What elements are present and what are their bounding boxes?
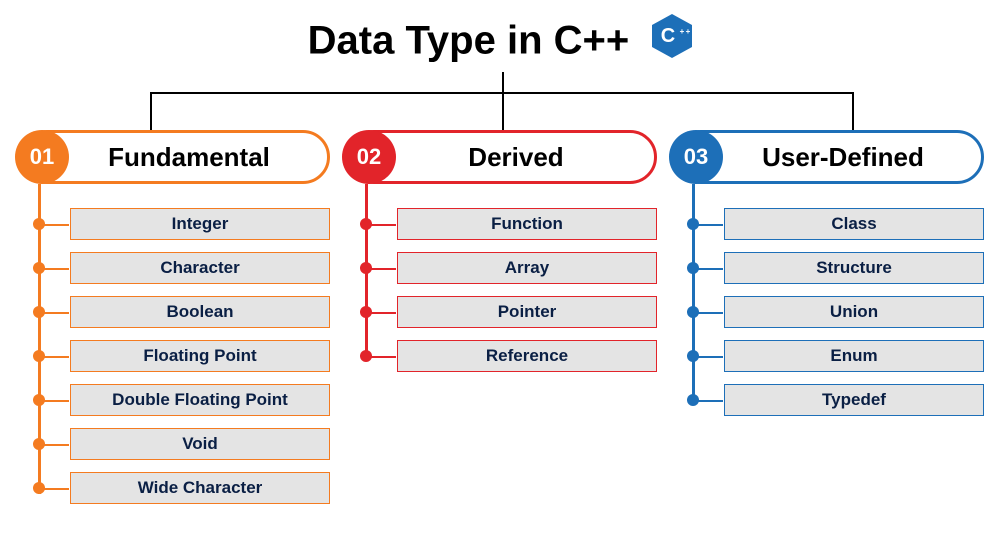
- group-header-derived: 02 Derived: [347, 130, 657, 184]
- items-list: Function Array Pointer Reference: [347, 208, 657, 372]
- svg-text:+: +: [680, 27, 685, 36]
- svg-text:+: +: [686, 27, 691, 36]
- items-list: Integer Character Boolean Floating Point…: [20, 208, 330, 504]
- list-item: Boolean: [70, 296, 330, 328]
- svg-text:C: C: [661, 25, 675, 47]
- group-number-badge: 02: [342, 130, 396, 184]
- group-derived: 02 Derived Function Array Pointer Refere…: [347, 130, 657, 516]
- list-item: Class: [724, 208, 984, 240]
- list-item: Reference: [397, 340, 657, 372]
- items-list: Class Structure Union Enum Typedef: [674, 208, 984, 416]
- list-item: Array: [397, 252, 657, 284]
- list-item: Floating Point: [70, 340, 330, 372]
- columns-container: 01 Fundamental Integer Character Boolean…: [0, 130, 1004, 516]
- group-number-badge: 03: [669, 130, 723, 184]
- title-text: Data Type in C++: [308, 19, 630, 63]
- list-item: Pointer: [397, 296, 657, 328]
- list-item: Wide Character: [70, 472, 330, 504]
- list-item: Void: [70, 428, 330, 460]
- group-number-badge: 01: [15, 130, 69, 184]
- list-item: Character: [70, 252, 330, 284]
- list-item: Integer: [70, 208, 330, 240]
- group-fundamental: 01 Fundamental Integer Character Boolean…: [20, 130, 330, 516]
- cpp-logo-icon: C + +: [648, 12, 696, 70]
- diagram-title: Data Type in C++ C + +: [0, 12, 1004, 70]
- list-item: Function: [397, 208, 657, 240]
- group-header-user-defined: 03 User-Defined: [674, 130, 984, 184]
- list-item: Structure: [724, 252, 984, 284]
- list-item: Double Floating Point: [70, 384, 330, 416]
- list-item: Union: [724, 296, 984, 328]
- list-item: Typedef: [724, 384, 984, 416]
- list-item: Enum: [724, 340, 984, 372]
- group-header-fundamental: 01 Fundamental: [20, 130, 330, 184]
- group-user-defined: 03 User-Defined Class Structure Union En…: [674, 130, 984, 516]
